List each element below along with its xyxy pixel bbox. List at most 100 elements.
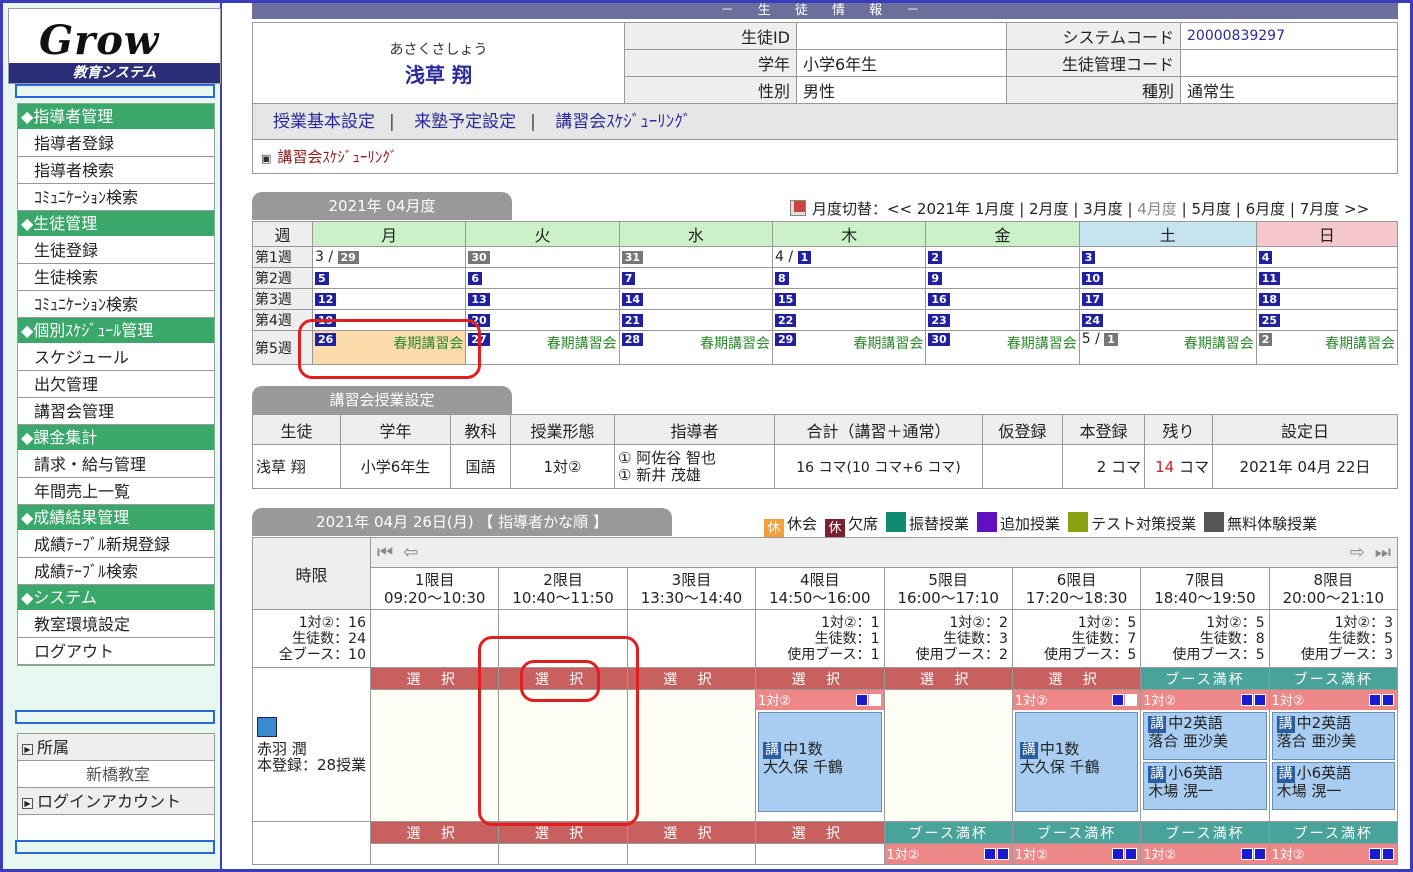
select-button[interactable]: 選 択 [755, 667, 885, 690]
month-link[interactable]: 5月度 [1191, 200, 1231, 218]
calendar-day[interactable]: 3 [1078, 246, 1257, 268]
menu-item[interactable]: ｺﾐｭﾆｹｰｼｮﾝ検索 [18, 184, 214, 211]
calendar-day[interactable]: 6 [465, 267, 620, 289]
lesson-card[interactable]: 講中1数 大久保 千鶴 [758, 712, 882, 812]
link-attendance-plan[interactable]: 来塾予定設定 [414, 112, 516, 132]
link-course-scheduling[interactable]: 講習会ｽｹｼﾞｭｰﾘﾝｸﾞ [555, 112, 691, 132]
slot-cell[interactable] [755, 843, 885, 865]
lesson-card[interactable]: 講中2英語 落合 亜沙美 [1143, 712, 1267, 760]
calendar-day[interactable]: 17 [1078, 288, 1257, 310]
calendar-day[interactable]: 5 [311, 267, 467, 289]
slot-cell[interactable] [369, 843, 500, 865]
calendar-day[interactable]: 23 [925, 309, 1080, 331]
calendar-day[interactable]: 4 [1255, 246, 1399, 268]
calendar-day[interactable]: 27 春期講習会 [465, 330, 620, 365]
menu-item[interactable]: 出欠管理 [18, 371, 214, 398]
slot-cell[interactable]: 1対② 講中1数 大久保 千鶴 [755, 689, 885, 822]
select-button[interactable]: 選 択 [626, 667, 757, 690]
event-label[interactable]: 春期講習会 [1184, 333, 1254, 353]
lesson-card[interactable]: 講小6英語 木場 滉一 [1271, 762, 1395, 810]
calendar-day[interactable]: 11 [1255, 267, 1399, 289]
menu-item[interactable]: 指導者登録 [18, 130, 214, 157]
calendar-day[interactable]: 7 [618, 267, 774, 289]
calendar-day[interactable]: 21 [618, 309, 774, 331]
login-account-toggle[interactable]: ▶ ログインアカウント [18, 788, 214, 815]
menu-item[interactable]: 請求・給与管理 [18, 451, 214, 478]
calendar-day[interactable]: 12 [311, 288, 467, 310]
slot-cell[interactable]: 1対② [1011, 843, 1142, 865]
link-lesson-settings[interactable]: 授業基本設定 [273, 112, 375, 132]
menu-item[interactable]: ログアウト [18, 638, 214, 665]
slot-cell[interactable] [626, 843, 757, 865]
menu-item[interactable]: 講習会管理 [18, 398, 214, 425]
calendar-day[interactable]: 28 春期講習会 [618, 330, 774, 365]
lesson-card[interactable]: 講小6英語 木場 滉一 [1143, 762, 1267, 810]
slot-cell[interactable]: 1対② [883, 843, 1013, 865]
calendar-day[interactable]: 4 / 1 [772, 246, 927, 268]
calendar-day[interactable]: 15 [772, 288, 927, 310]
month-link[interactable]: 7月度 >> [1300, 200, 1369, 218]
slot-cell[interactable]: 1対② 講中2英語 落合 亜沙美講小6英語 木場 滉一 [1140, 689, 1270, 822]
month-link[interactable]: 3月度 [1083, 200, 1123, 218]
calendar-day[interactable]: 5 / 1 春期講習会 [1078, 330, 1257, 365]
calendar-day[interactable]: 3 / 29 [311, 246, 467, 268]
slot-cell[interactable]: 1対② [1268, 843, 1399, 865]
day-number: 30 [468, 250, 490, 264]
event-label[interactable]: 春期講習会 [1325, 333, 1395, 353]
select-button[interactable]: 選 択 [369, 821, 500, 844]
month-link[interactable]: 2月度 [1029, 200, 1069, 218]
calendar-day[interactable]: 16 [925, 288, 1080, 310]
month-link[interactable]: 6月度 [1246, 200, 1286, 218]
calendar-day[interactable]: 2 春期講習会 [1255, 330, 1399, 365]
teacher-name[interactable]: 赤羽 潤 [257, 741, 370, 757]
calendar-day[interactable]: 25 [1255, 309, 1399, 331]
select-button[interactable]: 選 択 [755, 821, 885, 844]
calendar-day[interactable]: 20 [465, 309, 620, 331]
slot-cell[interactable] [883, 689, 1013, 822]
lesson-card[interactable]: 講中1数 大久保 千鶴 [1014, 712, 1139, 812]
calendar-day[interactable]: 22 [772, 309, 927, 331]
calendar-day[interactable]: 24 [1078, 309, 1257, 331]
select-button[interactable]: 選 択 [883, 667, 1013, 690]
event-label[interactable]: 春期講習会 [1007, 333, 1077, 353]
slot-cell[interactable] [626, 689, 757, 822]
calendar-day[interactable]: 29 春期講習会 [772, 330, 927, 365]
slot-cell[interactable]: 1対② 講中2英語 落合 亜沙美講小6英語 木場 滉一 [1268, 689, 1399, 822]
menu-item[interactable]: スケジュール [18, 344, 214, 371]
next-page-icon[interactable]: ⇨ [1350, 542, 1365, 563]
event-label[interactable]: 春期講習会 [700, 333, 770, 353]
menu-item[interactable]: 生徒登録 [18, 237, 214, 264]
slot-cell[interactable]: 1対② 講中1数 大久保 千鶴 [1011, 689, 1142, 822]
calendar-day[interactable]: 14 [618, 288, 774, 310]
calendar-day[interactable]: 9 [925, 267, 1080, 289]
menu-item[interactable]: 年間売上一覧 [18, 478, 214, 505]
slot-cell[interactable]: 1対② [1140, 843, 1270, 865]
calendar-day[interactable]: 31 [618, 246, 774, 268]
event-label[interactable]: 春期講習会 [853, 333, 923, 353]
calendar-day[interactable]: 13 [465, 288, 620, 310]
month-link[interactable]: 2021年 1月度 [917, 200, 1015, 218]
first-page-icon[interactable]: ⏮ [377, 542, 393, 563]
menu-item[interactable]: 指導者検索 [18, 157, 214, 184]
select-button[interactable]: 選 択 [1011, 667, 1142, 690]
calendar-day[interactable]: 30 春期講習会 [925, 330, 1080, 365]
last-page-icon[interactable]: ⏭ [1375, 542, 1391, 563]
prev-page-icon[interactable]: ⇦ [403, 542, 418, 563]
calendar-day[interactable]: 18 [1255, 288, 1399, 310]
menu-item[interactable]: 成績ﾃｰﾌﾞﾙ新規登録 [18, 531, 214, 558]
event-label[interactable]: 春期講習会 [547, 333, 617, 353]
month-link-current[interactable]: 4月度 [1137, 200, 1177, 218]
affiliation-toggle[interactable]: ▶ 所属 [18, 734, 214, 761]
calendar-day[interactable]: 10 [1078, 267, 1257, 289]
calendar-day[interactable]: 2 [925, 246, 1080, 268]
count-line: 生徒数：5 [1328, 630, 1393, 647]
menu-item[interactable]: 生徒検索 [18, 264, 214, 291]
calendar-day[interactable]: 8 [772, 267, 927, 289]
menu-item[interactable]: 教室環境設定 [18, 611, 214, 638]
menu-item[interactable]: 成績ﾃｰﾌﾞﾙ検索 [18, 558, 214, 585]
lesson-card[interactable]: 講中2英語 落合 亜沙美 [1271, 712, 1395, 760]
select-button[interactable]: 選 択 [626, 821, 757, 844]
menu-item[interactable]: ｺﾐｭﾆｹｰｼｮﾝ検索 [18, 291, 214, 318]
slot-cell[interactable] [498, 843, 628, 865]
calendar-day[interactable]: 30 [465, 246, 620, 268]
